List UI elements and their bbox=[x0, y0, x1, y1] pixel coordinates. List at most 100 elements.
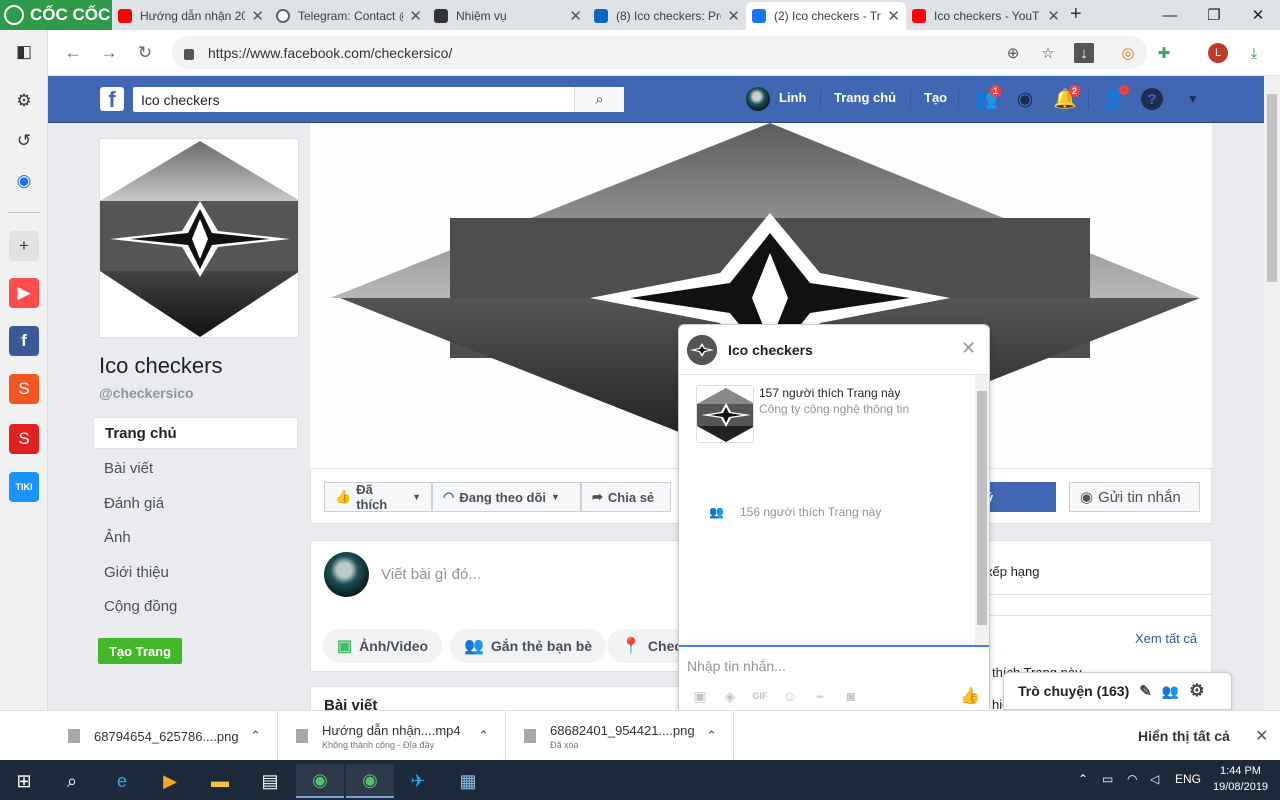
wifi-icon[interactable]: ◠ bbox=[1127, 772, 1137, 786]
attachment-icon[interactable]: ⌁ bbox=[811, 687, 829, 705]
close-tab-icon[interactable]: ✕ bbox=[887, 7, 900, 25]
share-button[interactable]: ➦ Chia sẻ bbox=[581, 482, 671, 512]
language-indicator[interactable]: ENG bbox=[1175, 772, 1201, 786]
bookmark-star-icon[interactable]: ☆ bbox=[1038, 43, 1058, 63]
close-chat-icon[interactable]: ✕ bbox=[961, 338, 976, 359]
messenger-icon[interactable]: ◉ bbox=[1012, 87, 1038, 111]
edge-icon[interactable]: e bbox=[98, 764, 146, 798]
like-thumb-icon[interactable]: 👍 bbox=[960, 687, 980, 705]
chat-header[interactable]: Ico checkers ✕ bbox=[679, 325, 989, 375]
close-tab-icon[interactable]: ✕ bbox=[569, 7, 582, 25]
youtube-icon[interactable]: ▶ bbox=[9, 278, 39, 308]
create-page-button[interactable]: Tạo Trang bbox=[98, 638, 182, 664]
user-name-link[interactable]: Linh bbox=[779, 90, 806, 105]
composer-input[interactable]: Viết bài gì đó... bbox=[381, 566, 481, 583]
downloads-icon[interactable]: ⤓ bbox=[1244, 43, 1264, 63]
app-icon[interactable]: ▦ bbox=[444, 764, 492, 798]
send-message-button[interactable]: ◉ Gửi tin nhắn bbox=[1069, 482, 1200, 512]
chevron-up-icon[interactable]: ⌃ bbox=[250, 728, 261, 744]
camera-icon[interactable]: ◙ bbox=[842, 687, 860, 705]
gif-icon[interactable]: GIF bbox=[751, 687, 769, 705]
search-icon[interactable]: ⌕ bbox=[48, 764, 96, 798]
download-page-icon[interactable]: ↓ bbox=[1074, 43, 1094, 63]
new-group-icon[interactable]: 👥 bbox=[1162, 683, 1179, 700]
home-link[interactable]: Trang chủ bbox=[834, 90, 896, 105]
browser-tab[interactable]: Telegram: Contact @ ✕ bbox=[270, 2, 428, 30]
show-all-downloads-link[interactable]: Hiển thị tất cả bbox=[1138, 728, 1230, 744]
history-icon[interactable]: ↺ bbox=[9, 126, 39, 156]
extension-plus-icon[interactable]: ✚ bbox=[1154, 43, 1174, 63]
chat-message-input[interactable]: Nhập tin nhắn... bbox=[679, 645, 989, 685]
tiki-icon[interactable]: TIKI bbox=[9, 472, 39, 502]
address-bar[interactable]: https://www.facebook.com/checkersico/ bbox=[172, 36, 1147, 69]
maximize-icon[interactable]: ❐ bbox=[1192, 0, 1236, 30]
settings-gear-icon[interactable]: ⚙ bbox=[9, 86, 39, 116]
media-player-icon[interactable]: ▶ bbox=[146, 764, 194, 798]
close-tab-icon[interactable]: ✕ bbox=[409, 7, 422, 25]
new-tab-button[interactable]: + bbox=[1070, 3, 1082, 26]
add-icon[interactable]: + bbox=[9, 231, 39, 261]
emoji-icon[interactable]: ☺ bbox=[781, 687, 799, 705]
close-tab-icon[interactable]: ✕ bbox=[251, 7, 264, 25]
chevron-up-icon[interactable]: ⌃ bbox=[478, 728, 489, 744]
create-link[interactable]: Tạo bbox=[924, 90, 947, 105]
store-icon[interactable]: ▤ bbox=[246, 764, 294, 798]
chat-dock[interactable]: Trò chuyện (163) ✎ 👥 ⚙ bbox=[1003, 672, 1232, 710]
friend-requests-icon[interactable]: 👥 1 bbox=[973, 85, 1001, 111]
download-item[interactable]: 68794654_625786....png ⌃ bbox=[50, 711, 278, 761]
page-nav-about[interactable]: Giới thiệu bbox=[93, 556, 298, 588]
sidebar-toggle-icon[interactable]: ◧ bbox=[9, 37, 39, 67]
close-downloads-icon[interactable]: ✕ bbox=[1255, 726, 1268, 746]
sendo-icon[interactable]: S bbox=[9, 424, 39, 454]
clock-time[interactable]: 1:44 PM bbox=[1220, 765, 1261, 777]
clock-date[interactable]: 19/08/2019 bbox=[1213, 781, 1268, 793]
extension-icon[interactable]: ◎ bbox=[1118, 43, 1138, 63]
forward-icon[interactable]: → bbox=[96, 40, 122, 66]
page-scroll-thumb[interactable] bbox=[1267, 94, 1277, 282]
sticker-icon[interactable]: ◈ bbox=[721, 687, 739, 705]
file-explorer-icon[interactable]: ▬ bbox=[196, 764, 244, 798]
facebook-logo-icon[interactable]: f bbox=[100, 87, 124, 111]
page-nav-photos[interactable]: Ảnh bbox=[93, 521, 298, 553]
profile-avatar-icon[interactable]: L bbox=[1208, 43, 1228, 63]
user-avatar[interactable] bbox=[746, 87, 770, 111]
new-message-icon[interactable]: ✎ bbox=[1139, 682, 1152, 700]
quick-help-people-icon[interactable]: 👤 bbox=[1101, 85, 1129, 111]
chat-settings-gear-icon[interactable]: ⚙ bbox=[1189, 681, 1204, 701]
minimize-icon[interactable]: — bbox=[1148, 0, 1192, 30]
shopee-icon[interactable]: S bbox=[9, 374, 39, 404]
page-nav-home[interactable]: Trang chủ bbox=[93, 417, 298, 449]
windows-start-icon[interactable]: ⊞ bbox=[0, 764, 48, 798]
browser-tab[interactable]: (8) Ico checkers: Pro ✕ bbox=[588, 2, 746, 30]
chat-scrollbar[interactable] bbox=[975, 375, 989, 645]
see-all-link[interactable]: Xem tất cả bbox=[1135, 631, 1197, 646]
page-nav-reviews[interactable]: Đánh giá bbox=[93, 487, 298, 519]
back-icon[interactable]: ← bbox=[60, 40, 86, 66]
photo-icon[interactable]: ▣ bbox=[691, 687, 709, 705]
chat-page-thumbnail[interactable] bbox=[696, 385, 754, 443]
messenger-icon[interactable]: ◉ bbox=[9, 166, 39, 196]
following-button[interactable]: ◠ Đang theo dõi ▼ bbox=[432, 482, 581, 512]
zoom-icon[interactable]: ⊕ bbox=[1003, 43, 1023, 63]
facebook-icon[interactable]: f bbox=[9, 326, 39, 356]
volume-icon[interactable]: ◁ bbox=[1150, 772, 1159, 786]
browser-tab-active[interactable]: (2) Ico checkers - Tr ✕ bbox=[746, 2, 906, 30]
liked-button[interactable]: 👍 Đã thích ▼ bbox=[324, 482, 432, 512]
coccoc-taskbar-icon[interactable]: ◉ bbox=[296, 764, 344, 798]
page-handle[interactable]: @checkersico bbox=[99, 385, 194, 401]
search-icon[interactable]: ⌕ bbox=[574, 87, 624, 112]
facebook-search-input[interactable]: Ico checkers bbox=[133, 87, 574, 112]
chevron-up-icon[interactable]: ⌃ bbox=[706, 728, 717, 744]
photo-video-button[interactable]: ▣ Ảnh/Video bbox=[323, 629, 443, 663]
close-tab-icon[interactable]: ✕ bbox=[1047, 7, 1060, 25]
close-tab-icon[interactable]: ✕ bbox=[727, 7, 740, 25]
tag-friends-button[interactable]: 👥 Gắn thẻ bạn bè bbox=[450, 629, 607, 663]
close-window-icon[interactable]: ✕ bbox=[1236, 0, 1280, 30]
telegram-icon[interactable]: ✈ bbox=[394, 764, 442, 798]
page-nav-community[interactable]: Cộng đồng bbox=[93, 590, 298, 622]
chat-scroll-thumb[interactable] bbox=[977, 391, 987, 625]
page-nav-posts[interactable]: Bài viết bbox=[93, 452, 298, 484]
browser-tab[interactable]: Hướng dẫn nhận 20 ✕ bbox=[112, 2, 270, 30]
notifications-icon[interactable]: 🔔 2 bbox=[1052, 85, 1080, 111]
coccoc-logo[interactable]: CỐC CỐC bbox=[0, 0, 112, 30]
